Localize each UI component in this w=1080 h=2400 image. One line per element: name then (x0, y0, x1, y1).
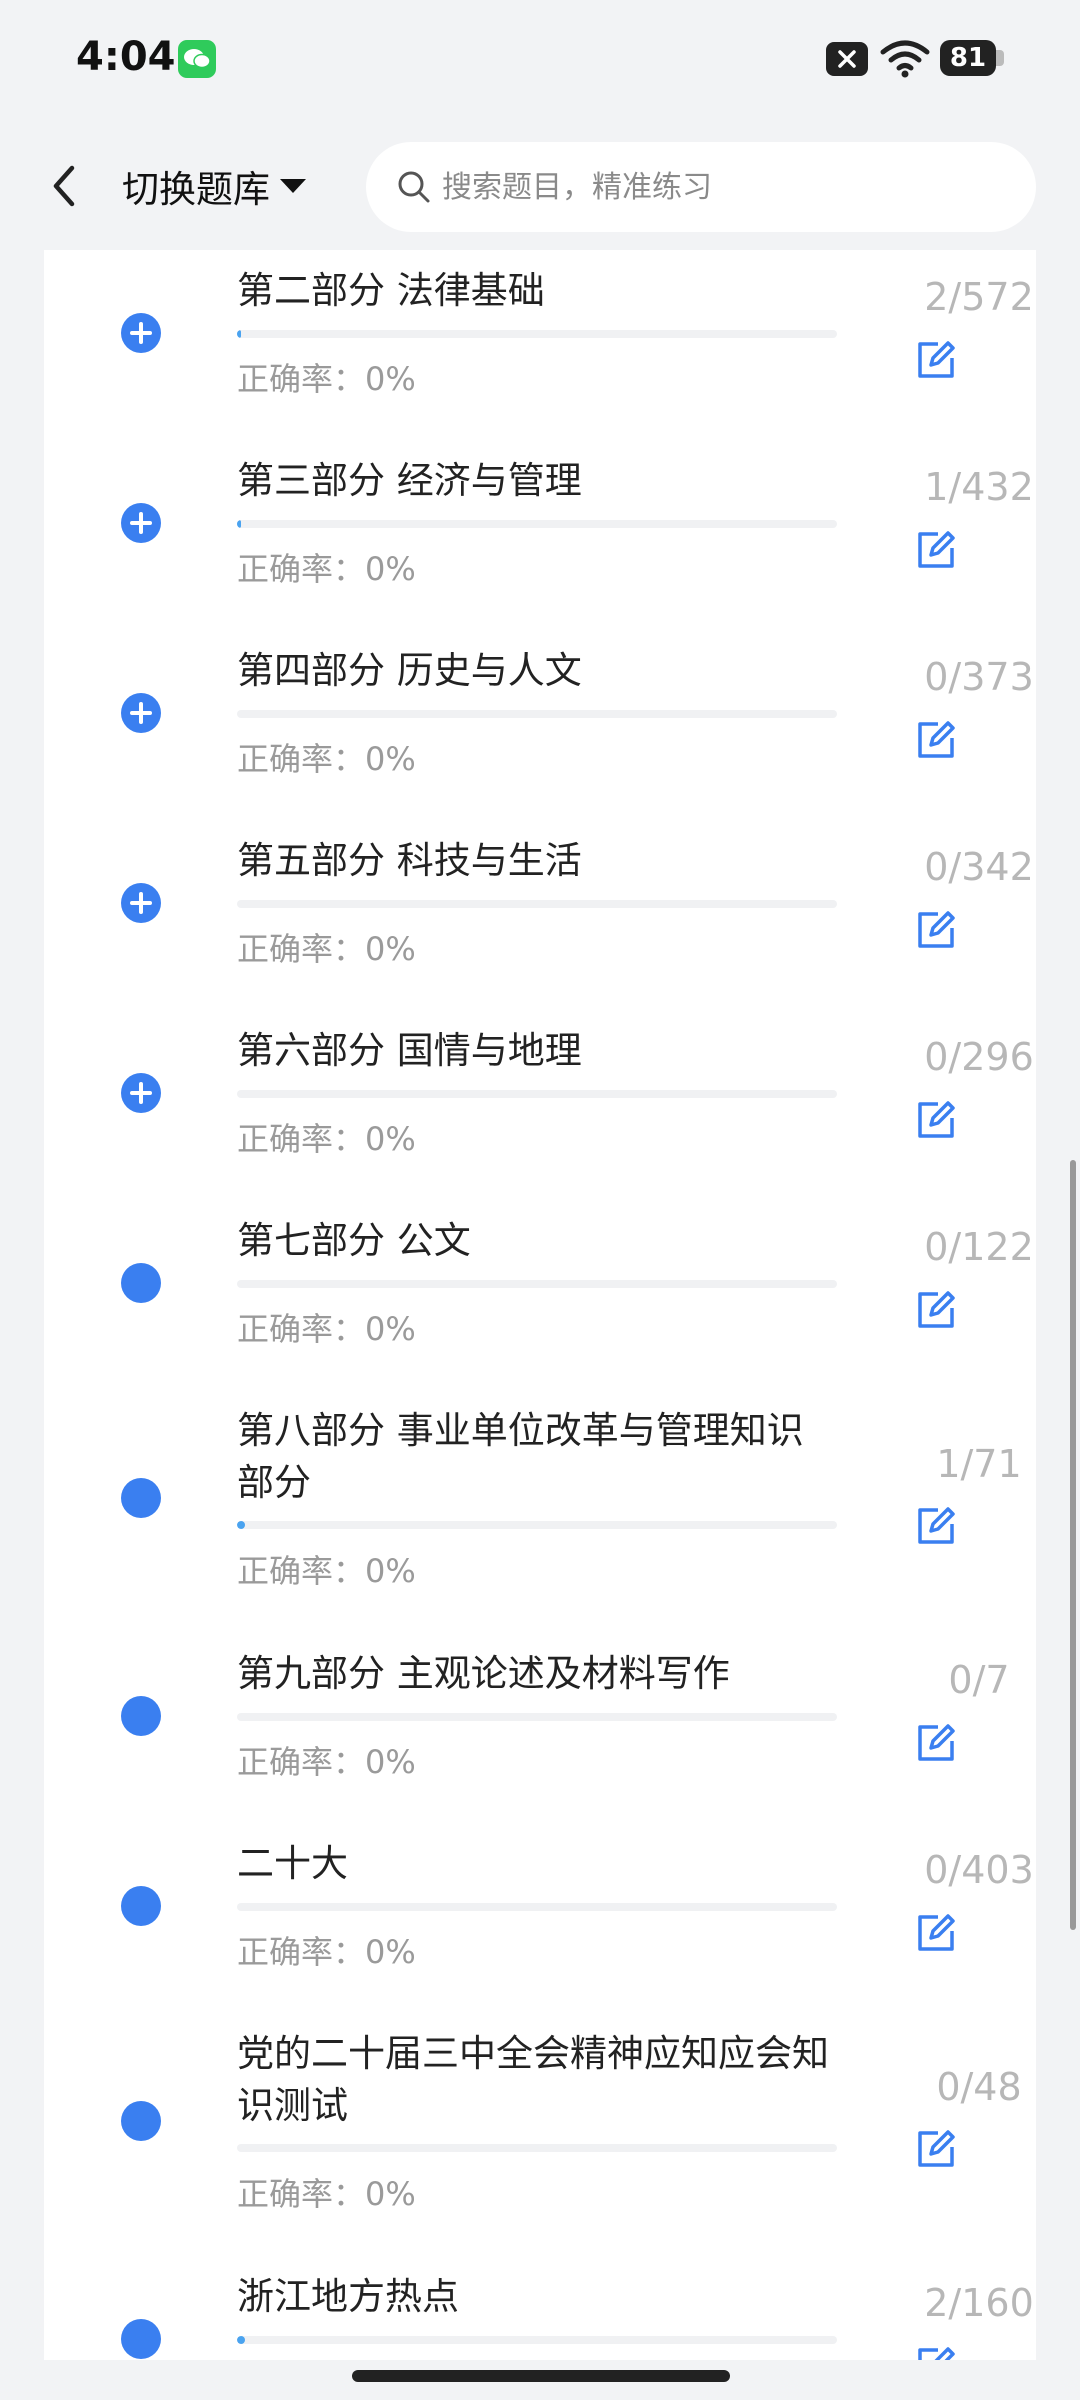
progress-count: 0/122 (924, 1225, 1034, 1269)
progress-count: 0/373 (924, 655, 1034, 699)
progress-fill (237, 1521, 246, 1529)
status-dot-icon (121, 1263, 161, 1303)
progress-count: 0/48 (936, 2065, 1022, 2109)
progress-fill (237, 520, 241, 528)
progress-count: 1/432 (924, 465, 1034, 509)
status-bar: 4:04 81 (0, 0, 1080, 120)
edit-icon[interactable] (914, 2127, 958, 2171)
item-title: 第二部分 法律基础 (237, 269, 545, 312)
progress-count: 2/572 (924, 275, 1034, 319)
item-title: 浙江地方热点 (237, 2275, 459, 2318)
edit-icon[interactable] (914, 1504, 958, 1548)
accuracy-text: 正确率：0% (237, 1933, 416, 1971)
battery-indicator: 81 (940, 40, 996, 76)
expand-plus-icon[interactable] (121, 883, 161, 923)
progress-bar (237, 900, 837, 908)
edit-icon[interactable] (914, 908, 958, 952)
edit-icon[interactable] (914, 718, 958, 762)
accuracy-text: 正确率：0% (237, 1310, 416, 1348)
search-box[interactable] (366, 142, 1036, 232)
expand-plus-icon[interactable] (121, 1073, 161, 1113)
item-title: 第八部分 事业单位改革与管理知识部分 (237, 1409, 804, 1504)
progress-count: 0/342 (924, 845, 1034, 889)
status-dot-icon (121, 2319, 161, 2359)
switch-bank-label: 切换题库 (122, 168, 270, 211)
top-bar: 切换题库 (0, 120, 1080, 250)
item-title: 第九部分 主观论述及材料写作 (237, 1652, 730, 1695)
progress-bar (237, 330, 837, 338)
accuracy-text: 正确率：0% (237, 360, 416, 398)
chevron-left-icon (53, 165, 75, 207)
item-title: 第三部分 经济与管理 (237, 459, 582, 502)
expand-plus-icon[interactable] (121, 503, 161, 543)
progress-bar (237, 710, 837, 718)
progress-bar (237, 2144, 837, 2152)
edit-icon[interactable] (914, 1911, 958, 1955)
question-bank-list: 第二部分 法律基础 正确率：0% 2/572 第三部分 经济与管理 正确率：0%… (44, 250, 1036, 2360)
item-title: 第六部分 国情与地理 (237, 1029, 582, 1072)
edit-icon[interactable] (914, 1098, 958, 1142)
progress-fill (237, 330, 241, 338)
search-icon (398, 171, 430, 203)
progress-bar (237, 1521, 837, 1529)
progress-bar (237, 520, 837, 528)
edit-icon[interactable] (914, 1721, 958, 1765)
notification-close-icon (826, 42, 868, 76)
accuracy-text: 正确率：0% (237, 2175, 416, 2213)
progress-count: 0/403 (924, 1848, 1034, 1892)
progress-bar (237, 1903, 837, 1911)
wechat-notification-icon (178, 40, 216, 78)
accuracy-text: 正确率：0% (237, 1552, 416, 1590)
status-dot-icon (121, 1478, 161, 1518)
progress-bar (237, 2336, 837, 2344)
item-title: 第四部分 历史与人文 (237, 649, 582, 692)
status-dot-icon (121, 2101, 161, 2141)
item-title: 党的二十届三中全会精神应知应会知识测试 (237, 2032, 829, 2127)
caret-down-icon (280, 179, 306, 193)
item-title: 第七部分 公文 (237, 1219, 471, 1262)
accuracy-text: 正确率：0% (237, 1120, 416, 1158)
item-title: 第五部分 科技与生活 (237, 839, 582, 882)
back-button[interactable] (44, 158, 84, 214)
switch-bank-dropdown[interactable]: 切换题库 (122, 156, 306, 216)
status-time: 4:04 (76, 34, 176, 80)
edit-icon[interactable] (914, 528, 958, 572)
progress-count: 1/71 (936, 1442, 1022, 1486)
edit-icon[interactable] (914, 338, 958, 382)
scrollbar[interactable] (1070, 1160, 1076, 1930)
progress-count: 0/7 (948, 1658, 1010, 1702)
progress-bar (237, 1280, 837, 1288)
battery-tip (996, 50, 1004, 66)
search-input[interactable] (440, 168, 1004, 206)
accuracy-text: 正确率：0% (237, 1743, 416, 1781)
wifi-icon (880, 38, 930, 82)
progress-fill (237, 2336, 245, 2344)
accuracy-text: 正确率：0% (237, 550, 416, 588)
home-indicator[interactable] (352, 2370, 730, 2382)
status-dot-icon (121, 1886, 161, 1926)
progress-count: 0/296 (924, 1035, 1034, 1079)
progress-count: 2/160 (924, 2281, 1034, 2325)
progress-bar (237, 1090, 837, 1098)
accuracy-text: 正确率：0% (237, 930, 416, 968)
item-title: 二十大 (237, 1842, 348, 1885)
accuracy-text: 正确率：0% (237, 740, 416, 778)
status-dot-icon (121, 1696, 161, 1736)
edit-icon[interactable] (914, 2344, 958, 2360)
progress-bar (237, 1713, 837, 1721)
edit-icon[interactable] (914, 1288, 958, 1332)
expand-plus-icon[interactable] (121, 313, 161, 353)
expand-plus-icon[interactable] (121, 693, 161, 733)
